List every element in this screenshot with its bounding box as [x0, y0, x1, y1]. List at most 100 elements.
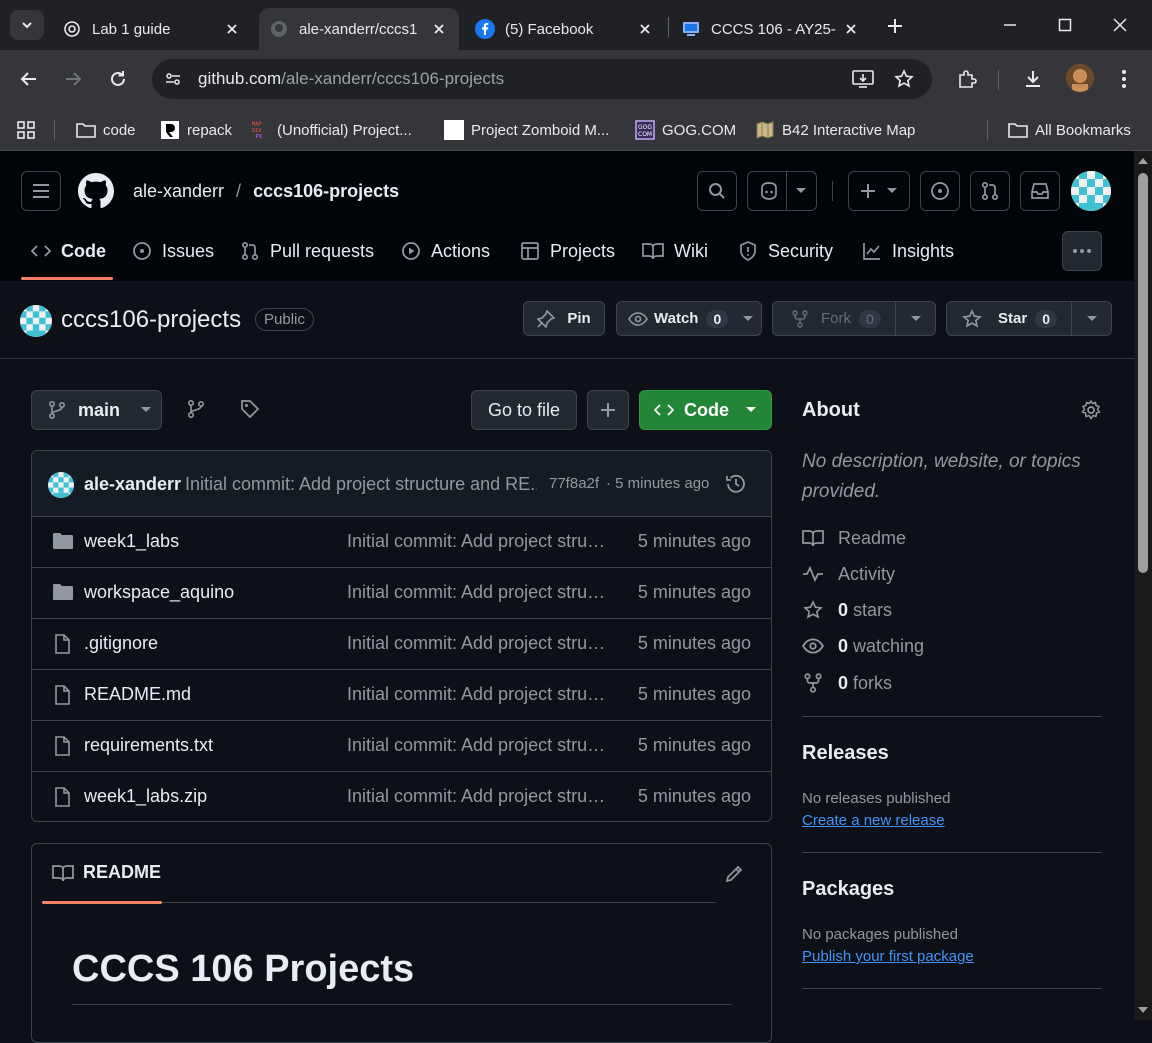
file-commit-message[interactable]: Initial commit: Add project structure an…: [347, 786, 607, 807]
reload-button[interactable]: [103, 64, 133, 94]
tab-github-repo[interactable]: ale-xanderr/cccs1: [259, 8, 459, 50]
file-row[interactable]: week1_labs Initial commit: Add project s…: [32, 517, 771, 568]
file-name[interactable]: README.md: [84, 684, 191, 705]
github-logo-icon[interactable]: [78, 173, 114, 209]
file-name[interactable]: workspace_aquino: [84, 582, 234, 603]
breadcrumb-owner[interactable]: ale-xanderr: [133, 181, 224, 202]
tab-wiki[interactable]: Wiki: [642, 233, 708, 269]
close-icon[interactable]: [222, 19, 242, 39]
apps-button[interactable]: [16, 116, 36, 144]
tab-issues[interactable]: Issues: [132, 233, 214, 269]
tags-link[interactable]: [240, 399, 260, 419]
tab-search-button[interactable]: [10, 10, 44, 40]
address-bar[interactable]: github.com/ale-xanderr/cccs106-projects: [152, 59, 932, 99]
tab-facebook[interactable]: (5) Facebook: [465, 8, 665, 50]
bookmark-zomboid[interactable]: Project Zomboid M...: [444, 116, 609, 144]
install-app-icon[interactable]: [852, 69, 874, 89]
your-issues-button[interactable]: [920, 171, 960, 211]
activity-link[interactable]: Activity: [802, 562, 895, 586]
forks-link[interactable]: 0 forks: [802, 671, 892, 695]
file-commit-message[interactable]: Initial commit: Add project structure an…: [347, 633, 607, 654]
fork-button[interactable]: Fork 0: [772, 301, 936, 336]
file-name[interactable]: requirements.txt: [84, 735, 213, 756]
packages-heading[interactable]: Packages: [802, 878, 894, 901]
tab-cccs106[interactable]: CCCS 106 - AY25-: [671, 8, 871, 50]
tab-pull-requests[interactable]: Pull requests: [240, 233, 374, 269]
code-dropdown-button[interactable]: Code: [639, 390, 772, 430]
your-pull-requests-button[interactable]: [970, 171, 1010, 211]
scroll-down-arrow-icon[interactable]: [1134, 1003, 1152, 1017]
bookmark-star-icon[interactable]: [894, 69, 914, 89]
tab-code[interactable]: Code: [31, 233, 106, 269]
tab-projects[interactable]: Projects: [520, 233, 615, 269]
watching-link[interactable]: 0 watching: [802, 634, 924, 658]
breadcrumb-repo[interactable]: cccs106-projects: [253, 181, 399, 202]
commit-sha[interactable]: 77f8a2f: [549, 475, 599, 492]
branches-link[interactable]: [186, 399, 206, 419]
forward-button[interactable]: [58, 64, 88, 94]
tab-lab1-guide[interactable]: Lab 1 guide: [52, 8, 252, 50]
bookmark-repack[interactable]: repack: [160, 116, 232, 144]
repo-avatar[interactable]: [20, 305, 52, 337]
bookmark-project-map[interactable]: MAP SIX PX (Unofficial) Project...: [250, 116, 412, 144]
global-menu-button[interactable]: [21, 171, 61, 211]
close-icon[interactable]: [635, 19, 655, 39]
file-name[interactable]: week1_labs: [84, 531, 179, 552]
all-bookmarks[interactable]: All Bookmarks: [1008, 116, 1131, 144]
file-row[interactable]: week1_labs.zip Initial commit: Add proje…: [32, 772, 771, 821]
bookmark-b42-map[interactable]: B42 Interactive Map: [755, 116, 915, 144]
page-scrollbar[interactable]: [1134, 151, 1152, 1020]
downloads-button[interactable]: [1018, 64, 1048, 94]
tab-security[interactable]: Security: [738, 233, 833, 269]
readme-link[interactable]: Readme: [802, 526, 906, 550]
gear-icon[interactable]: [1081, 400, 1101, 420]
file-row[interactable]: requirements.txt Initial commit: Add pro…: [32, 721, 771, 772]
close-window-button[interactable]: [1100, 10, 1140, 40]
profile-avatar[interactable]: [1066, 64, 1094, 92]
publish-package-link[interactable]: Publish your first package: [802, 948, 974, 965]
new-tab-button[interactable]: [880, 12, 910, 40]
chevron-down-icon[interactable]: [795, 187, 807, 195]
back-button[interactable]: [14, 64, 44, 94]
commit-message[interactable]: Initial commit: Add project structure an…: [185, 474, 537, 495]
maximize-button[interactable]: [1045, 10, 1085, 40]
scroll-up-arrow-icon[interactable]: [1134, 154, 1152, 168]
close-icon[interactable]: [841, 19, 861, 39]
file-row[interactable]: README.md Initial commit: Add project st…: [32, 670, 771, 721]
file-commit-message[interactable]: Initial commit: Add project structure an…: [347, 735, 607, 756]
pin-button[interactable]: Pin: [523, 301, 605, 336]
watch-button[interactable]: Watch 0: [616, 301, 762, 336]
releases-heading[interactable]: Releases: [802, 742, 889, 765]
commit-author[interactable]: ale-xanderr: [84, 474, 181, 495]
create-release-link[interactable]: Create a new release: [802, 812, 945, 829]
add-file-button[interactable]: [587, 390, 629, 430]
repo-title[interactable]: cccs106-projects: [61, 306, 241, 334]
close-icon[interactable]: [429, 19, 449, 39]
file-name[interactable]: .gitignore: [84, 633, 158, 654]
stars-link[interactable]: 0 stars: [802, 598, 892, 622]
history-icon[interactable]: [725, 473, 747, 495]
tab-insights[interactable]: Insights: [862, 233, 954, 269]
star-button[interactable]: Star 0: [946, 301, 1112, 336]
readme-tab[interactable]: README: [52, 862, 161, 883]
branch-selector[interactable]: main: [31, 390, 162, 430]
scrollbar-thumb[interactable]: [1138, 173, 1148, 573]
extensions-button[interactable]: [952, 64, 982, 94]
pencil-icon[interactable]: [724, 864, 744, 884]
file-row[interactable]: .gitignore Initial commit: Add project s…: [32, 619, 771, 670]
copilot-button[interactable]: [747, 171, 817, 211]
minimize-button[interactable]: [990, 10, 1030, 40]
file-name[interactable]: week1_labs.zip: [84, 786, 207, 807]
user-avatar[interactable]: [1071, 171, 1111, 211]
notifications-button[interactable]: [1020, 171, 1060, 211]
site-settings-icon[interactable]: [162, 68, 184, 90]
file-commit-message[interactable]: Initial commit: Add project structure an…: [347, 582, 607, 603]
bookmark-gog[interactable]: GOG COM GOG.COM: [635, 116, 736, 144]
bookmark-code[interactable]: code: [76, 116, 136, 144]
file-row[interactable]: workspace_aquino Initial commit: Add pro…: [32, 568, 771, 619]
more-tabs-button[interactable]: [1062, 231, 1102, 271]
go-to-file-button[interactable]: Go to file: [471, 390, 577, 430]
file-commit-message[interactable]: Initial commit: Add project structure an…: [347, 684, 607, 705]
file-commit-message[interactable]: Initial commit: Add project structure an…: [347, 531, 607, 552]
create-new-button[interactable]: [848, 171, 910, 211]
